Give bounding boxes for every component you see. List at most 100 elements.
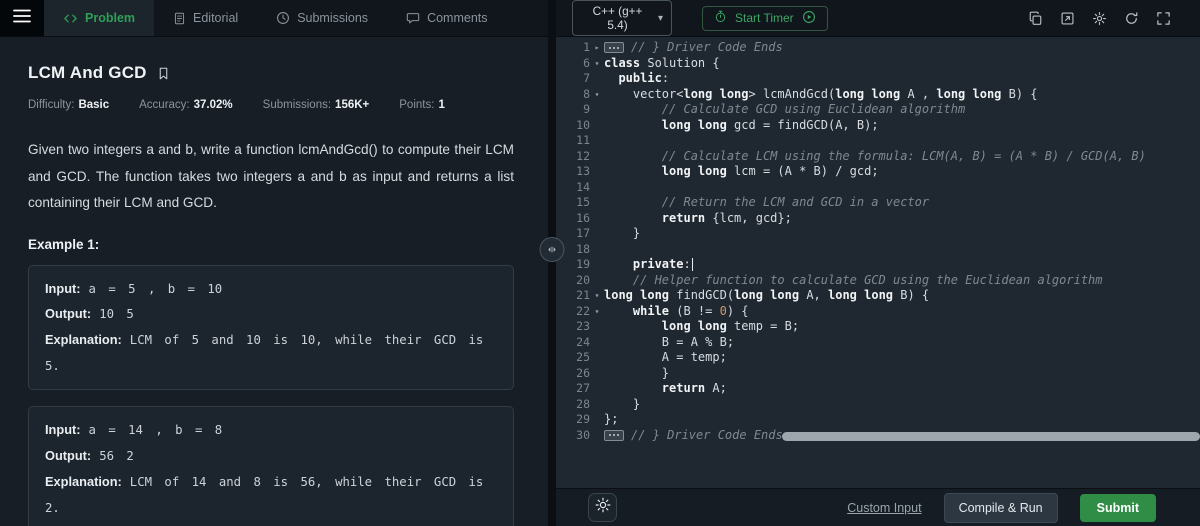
code-text: vector< long long > lcmAndGcd(long long A …	[604, 86, 1038, 101]
example-output-value: 56 2	[99, 449, 134, 464]
problem-description: Given two integers a and b, write a func…	[28, 142, 514, 210]
line-gutter: 14	[556, 180, 604, 196]
code-line[interactable]: 13 long long lcm = (A * B) / gcd;	[556, 164, 1200, 180]
code-line[interactable]: 16 return {lcm, gcd};	[556, 211, 1200, 227]
code-line[interactable]: 8 ▾ vector< long long > lcmAndGcd(long long…	[556, 87, 1200, 103]
code-text: }	[604, 226, 641, 240]
fold-arrow-icon[interactable]: ▸	[590, 40, 604, 56]
code-line[interactable]: 29};	[556, 412, 1200, 428]
tab-editorial[interactable]: Editorial	[154, 0, 257, 36]
code-text: // } Driver Code Ends	[604, 428, 783, 444]
theme-toggle-button[interactable]	[588, 493, 617, 522]
code-line[interactable]: 10 long long gcd = findGCD(A, B);	[556, 118, 1200, 134]
line-number: 8	[583, 86, 590, 101]
resize-handle-icon[interactable]	[539, 237, 565, 262]
code-line[interactable]: 28 }	[556, 397, 1200, 413]
code-line[interactable]: 26 }	[556, 366, 1200, 382]
line-number: 21	[576, 288, 590, 302]
code-line[interactable]: 23 long long temp = B;	[556, 319, 1200, 335]
line-number: 22	[576, 303, 590, 318]
fullscreen-icon[interactable]	[1155, 10, 1172, 27]
code-line[interactable]: 20 // Helper function to calculate GCD u…	[556, 273, 1200, 289]
line-gutter: 22 ▾	[556, 304, 604, 320]
line-gutter: 26	[556, 366, 604, 382]
panel-resizer[interactable]	[539, 0, 565, 526]
code-line[interactable]: 1 ▸// } Driver Code Ends	[556, 40, 1200, 56]
fold-arrow-icon[interactable]: ▾	[590, 288, 604, 304]
code-editor[interactable]: 1 ▸// } Driver Code Ends 6 ▾ class Solution …	[556, 37, 1200, 488]
line-gutter: 12	[556, 149, 604, 165]
code-line[interactable]: 18	[556, 242, 1200, 258]
example-explanation-row: Explanation: LCM of 14 and 8 is 56, while…	[45, 474, 484, 516]
code-line[interactable]: 21 ▾ long long findGCD(long long A, long l…	[556, 288, 1200, 304]
line-number: 19	[576, 257, 590, 271]
code-line[interactable]: 11	[556, 133, 1200, 149]
code-text: // Calculate GCD using Euclidean algorit…	[604, 102, 966, 116]
format-code-icon[interactable]	[1059, 10, 1076, 27]
code-line[interactable]: 7 public:	[556, 71, 1200, 87]
line-gutter: 25	[556, 350, 604, 366]
code-line[interactable]: 12 // Calculate LCM using the formula: L…	[556, 149, 1200, 165]
tab-comments[interactable]: Comments	[387, 0, 506, 36]
code-text: long long temp = B;	[661, 319, 800, 333]
app-window: Problem Editorial Submissions Comments L…	[0, 0, 1200, 526]
code-line[interactable]: 19 private:	[556, 257, 1200, 273]
submit-button[interactable]: Submit	[1079, 493, 1156, 522]
tab-submissions[interactable]: Submissions	[257, 0, 387, 36]
line-gutter: 20	[556, 273, 604, 289]
custom-input-link[interactable]: Custom Input	[847, 501, 921, 515]
line-number: 25	[576, 350, 590, 364]
fold-arrow-icon[interactable]: ▾	[590, 304, 604, 320]
code-text: A = temp;	[604, 350, 727, 364]
line-number: 27	[576, 381, 590, 395]
code-line[interactable]: 17 }	[556, 226, 1200, 242]
line-number: 7	[583, 71, 590, 85]
example-explanation-row: Explanation: LCM of 5 and 10 is 10, while…	[45, 332, 484, 374]
line-number: 11	[576, 133, 590, 147]
code-line[interactable]: 22 ▾ while (B != 0) {	[556, 304, 1200, 320]
line-gutter: 1 ▸	[556, 40, 604, 56]
code-line[interactable]: 14	[556, 180, 1200, 196]
code-line[interactable]: 9 // Calculate GCD using Euclidean algor…	[556, 102, 1200, 118]
code-line[interactable]: 15 // Return the LCM and GCD in a vector	[556, 195, 1200, 211]
tab-problem[interactable]: Problem	[44, 0, 155, 36]
code-line[interactable]: 27 return A;	[556, 381, 1200, 397]
code-text: // } Driver Code Ends	[604, 40, 783, 56]
folded-code-icon[interactable]	[604, 42, 624, 54]
example-output-row: Output: 10 5	[45, 306, 134, 322]
line-number: 26	[576, 365, 590, 380]
code-text: long long lcm = (A * B) / gcd;	[661, 164, 879, 178]
editor-icon-strip	[1027, 10, 1184, 27]
code-lines: 1 ▸// } Driver Code Ends 6 ▾ class Solution …	[556, 40, 1200, 443]
copy-code-icon[interactable]	[1027, 10, 1044, 27]
fold-arrow-icon[interactable]: ▾	[590, 56, 604, 72]
chevron-down-icon: ▾	[657, 12, 663, 24]
start-timer-button[interactable]: Start Timer	[702, 5, 828, 31]
line-gutter: 17	[556, 226, 604, 242]
line-number: 15	[576, 195, 590, 209]
code-line[interactable]: 25 A = temp;	[556, 350, 1200, 366]
hamburger-menu-button[interactable]	[0, 0, 44, 36]
problem-content: LCM And GCD Difficulty: Basic Accuracy: 37…	[0, 37, 548, 526]
example-output-row: Output: 56 2	[45, 448, 134, 464]
code-text: return A;	[661, 381, 727, 395]
horizontal-scrollbar[interactable]	[782, 432, 1200, 441]
line-number: 13	[576, 164, 590, 178]
editor-panel: C++ (g++ 5.4) ▾ Start Timer 1 ▸ //} Dri…	[556, 0, 1200, 526]
tab-label: Editorial	[193, 11, 239, 25]
code-text: B = A % B;	[604, 334, 735, 349]
reset-code-icon[interactable]	[1123, 10, 1140, 27]
problem-title: LCM And GCD	[28, 63, 147, 82]
code-line[interactable]: 24 B = A % B;	[556, 335, 1200, 351]
bookmark-icon[interactable]	[157, 66, 170, 81]
code-icon	[63, 11, 78, 26]
fold-arrow-icon[interactable]: ▾	[590, 87, 604, 103]
settings-gear-icon[interactable]	[1091, 10, 1108, 27]
line-gutter: 6 ▾	[556, 56, 604, 72]
example-box-2: Input: a = 14 , b = 8 Output: 56 2 Explana…	[28, 406, 514, 526]
line-gutter: 16	[556, 211, 604, 227]
language-select[interactable]: C++ (g++ 5.4) ▾	[572, 0, 672, 36]
folded-code-icon[interactable]	[604, 429, 624, 441]
compile-run-button[interactable]: Compile & Run	[943, 492, 1058, 523]
code-line[interactable]: 6 ▾ class Solution {	[556, 56, 1200, 72]
